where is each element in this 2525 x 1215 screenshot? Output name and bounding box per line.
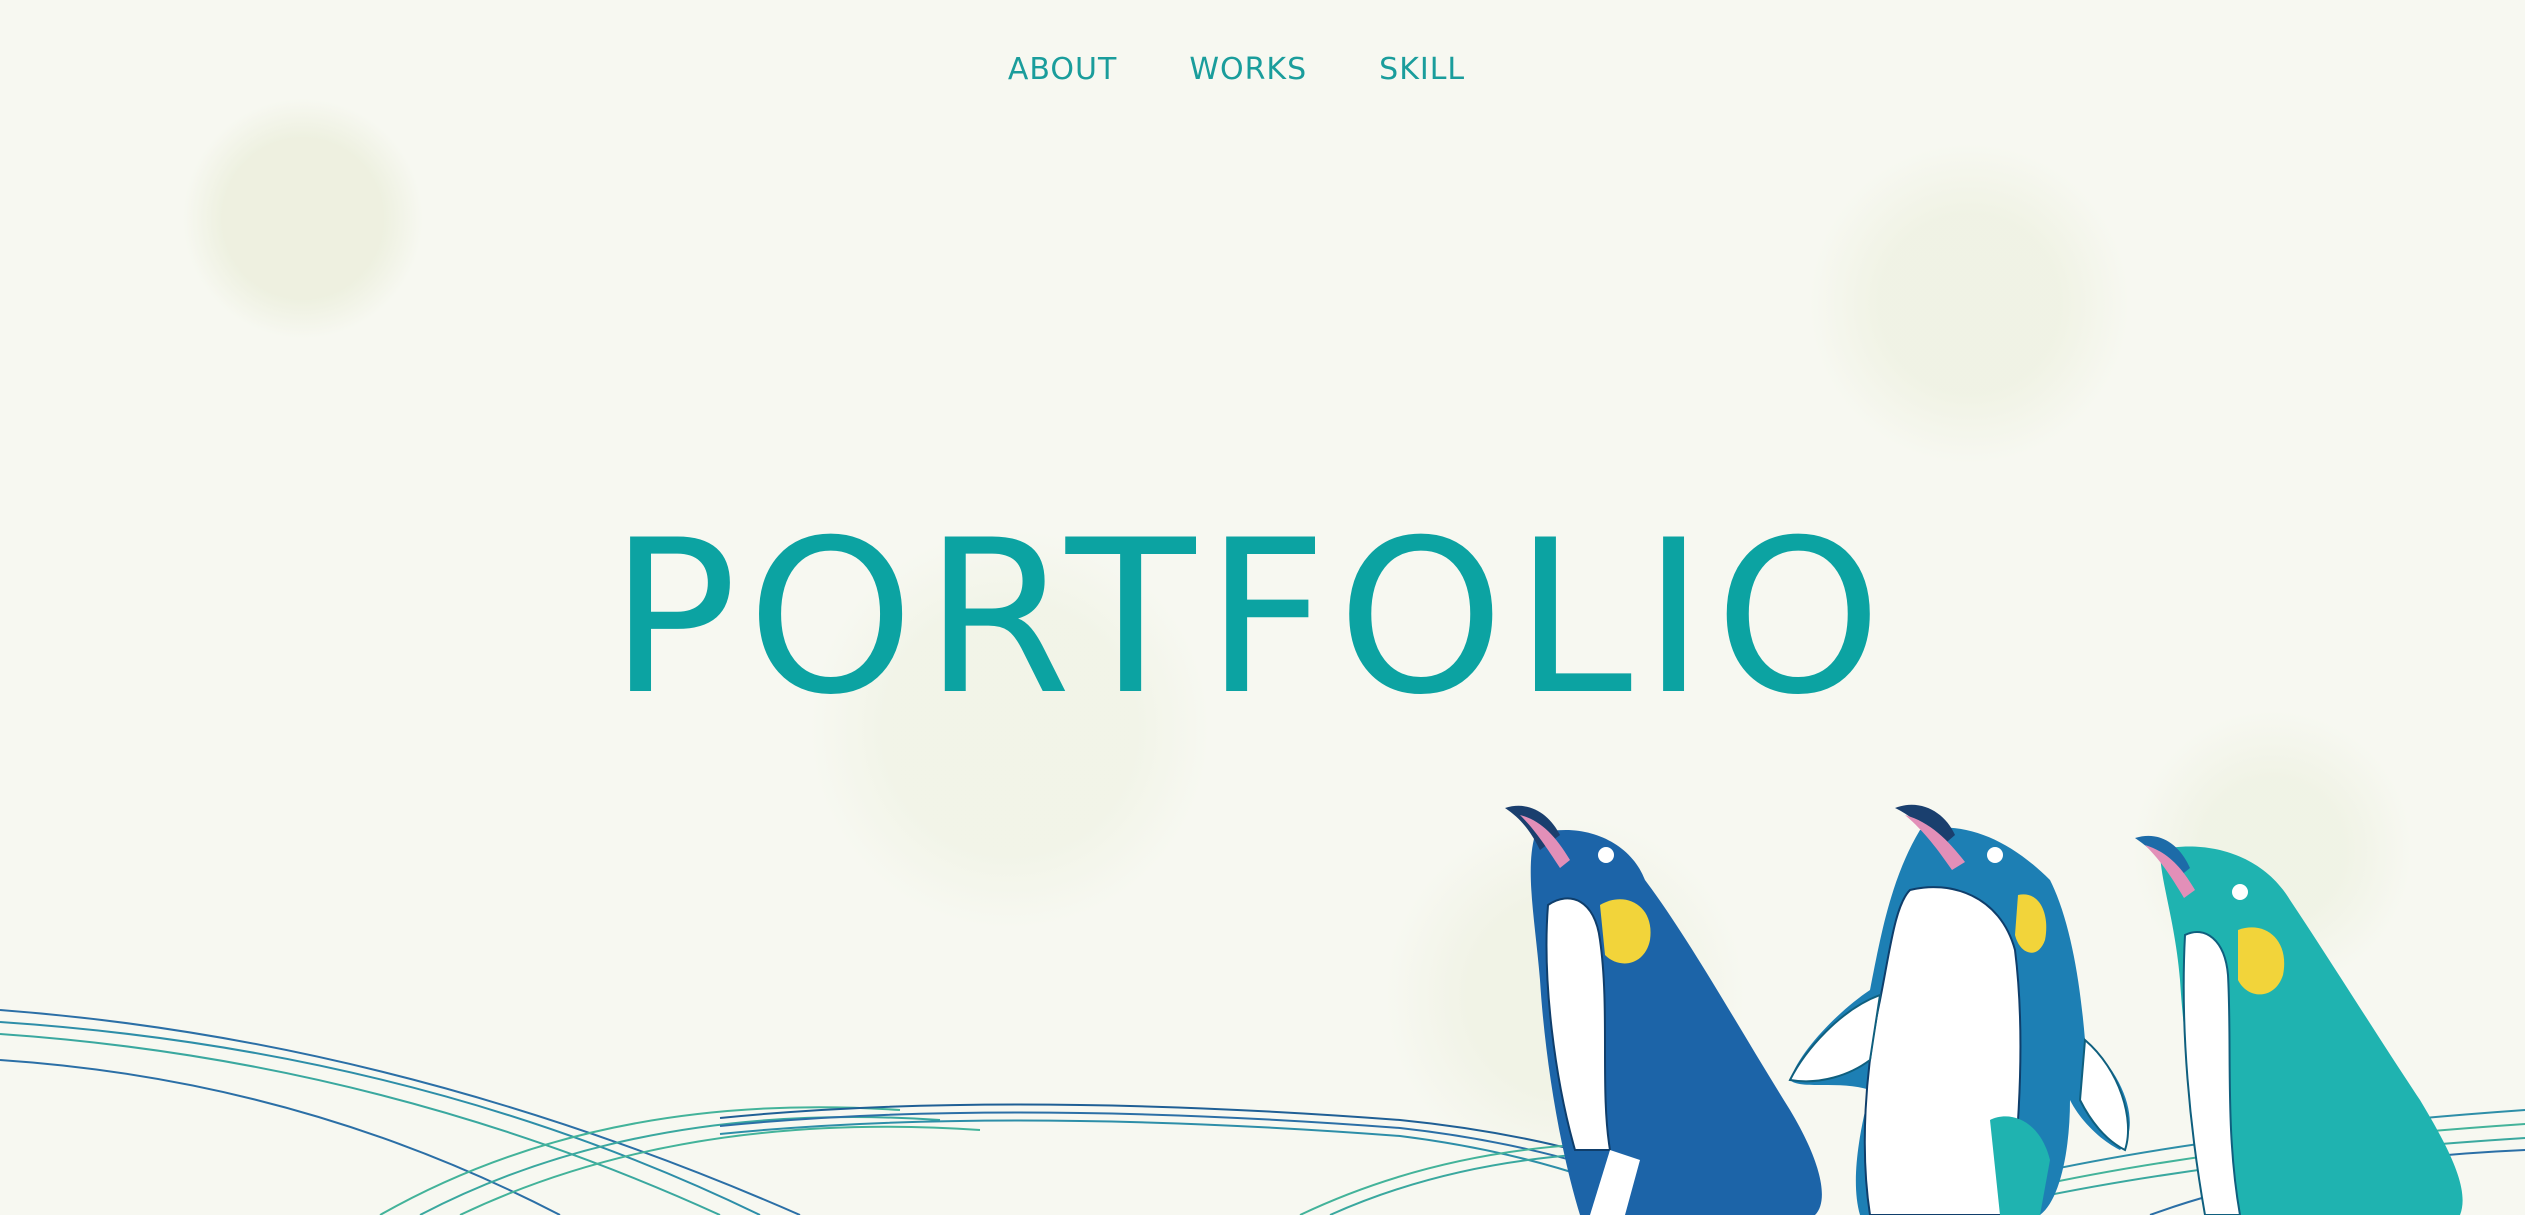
wave-lines [0, 1009, 2525, 1215]
three-penguins-illustration [0, 804, 2525, 1215]
penguin-left [1505, 805, 1822, 1215]
penguin-right [2135, 835, 2463, 1215]
penguin-middle [1788, 804, 2130, 1215]
